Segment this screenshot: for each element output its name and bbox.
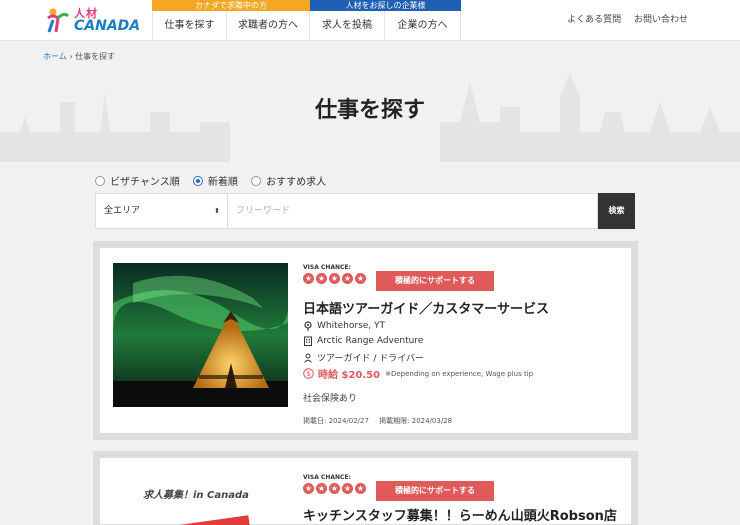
job-title[interactable]: 日本語ツアーガイド／カスタマーサービス [303,298,549,317]
star-icon: ★ [316,483,327,494]
logo-figure-icon [47,8,70,33]
job-location: Whitehorse, YT [303,321,385,331]
support-badge: 積極的にサポートする [376,481,494,501]
job-company-text: Arctic Range Adventure [317,336,424,346]
nav-band-employers: 人材をお探しの企業様 [310,0,461,11]
person-icon [304,353,312,363]
breadcrumb-separator: › [69,52,73,61]
job-location-text: Whitehorse, YT [317,321,386,331]
top-links: よくある質問 お問い合わせ [557,12,688,25]
star-icon: ★ [303,273,314,284]
job-thumbnail-decoration [178,515,252,525]
sort-visa-chance[interactable]: ビザチャンス順 [95,173,180,188]
sort-options: ビザチャンス順 新着順 おすすめ求人 [95,173,336,189]
job-wage-amount: 時給 $20.50 [318,370,381,381]
job-thumbnail-promo-text: 求人募集！in Canada [143,490,249,501]
nav-for-companies[interactable]: 企業の方へ [385,11,461,41]
keyword-input[interactable]: フリーワード [228,193,598,229]
sort-newest-label: 新着順 [207,177,238,188]
breadcrumb-home[interactable]: ホーム [43,52,67,61]
star-icon: ★ [355,483,366,494]
job-card-body: VISA CHANCE: ★ ★ ★ ★ ★ 積極的にサポートする 日本語ツアー… [100,248,631,433]
nav-band-seekers: カナダで求職中の方 [152,0,310,11]
job-title[interactable]: キッチンスタッフ募集！！らーめん山頭火Robson店 [303,508,623,525]
job-card[interactable]: 求人募集！in Canada VISA CHANCE: ★ ★ ★ ★ ★ 積極… [93,451,638,525]
logo-text-en: CANADA [74,18,141,34]
radio-visa-chance[interactable] [95,175,105,186]
search-button[interactable]: 検索 [598,193,635,229]
visa-chance-rating: ★ ★ ★ ★ ★ [303,273,368,284]
star-icon: ★ [342,273,353,284]
sort-newest[interactable]: 新着順 [192,173,238,188]
select-arrows-icon: ⬍ [214,207,220,215]
radio-recommended[interactable] [251,175,262,186]
nav-for-seekers[interactable]: 求職者の方へ [227,11,310,41]
dollar-icon: $ [303,368,314,379]
job-category: ツアーガイド / ドライバー [303,351,424,364]
nav-find-jobs[interactable]: 仕事を探す [152,11,227,41]
location-pin-icon [304,321,312,331]
job-category-text: ツアーガイド / ドライバー [317,354,425,364]
star-icon: ★ [355,273,366,284]
visa-chance-rating: ★ ★ ★ ★ ★ [303,483,368,494]
building-icon [304,336,312,346]
site-header: 人材 CANADA カナダで求職中の方 人材をお探しの企業様 仕事を探す 求職者… [0,0,740,41]
contact-link[interactable]: お問い合わせ [634,15,688,25]
job-wage-note: ※Depending on experience, Wage plus tip [385,369,534,378]
job-expiry-date: 掲載期限: 2024/03/28 [379,417,453,425]
site-logo[interactable]: 人材 CANADA [44,4,144,36]
job-card-body: 求人募集！in Canada VISA CHANCE: ★ ★ ★ ★ ★ 積極… [100,458,631,525]
visa-chance-label: VISA CHANCE: [303,474,351,481]
star-icon: ★ [329,273,340,284]
job-company: Arctic Range Adventure [303,336,423,346]
sort-visa-chance-label: ビザチャンス順 [110,177,180,188]
breadcrumb: ホーム › 仕事を探す [43,51,115,62]
search-bar: 全エリア ⬍ フリーワード 検索 [95,193,635,229]
star-icon: ★ [342,483,353,494]
star-icon: ★ [303,483,314,494]
page-title: 仕事を探す [314,98,425,123]
star-icon: ★ [316,273,327,284]
job-posted-date: 掲載日: 2024/02/27 [303,417,369,425]
job-card[interactable]: VISA CHANCE: ★ ★ ★ ★ ★ 積極的にサポートする 日本語ツアー… [93,241,638,440]
area-select-value: 全エリア [104,206,141,216]
support-badge: 積極的にサポートする [376,271,494,291]
job-benefit: 社会保険あり [303,394,358,404]
star-icon: ★ [329,483,340,494]
job-thumbnail-aurora-tipi [113,263,288,407]
radio-newest[interactable] [192,175,203,186]
job-dates: 掲載日: 2024/02/27 掲載期限: 2024/03/28 [303,416,460,426]
sort-recommended[interactable]: おすすめ求人 [251,173,326,188]
area-select[interactable]: 全エリア ⬍ [95,193,228,229]
job-wage: $ 時給 $20.50 ※Depending on experience, Wa… [303,366,533,381]
breadcrumb-current: 仕事を探す [75,52,116,61]
faq-link[interactable]: よくある質問 [567,15,621,25]
nav-post-job[interactable]: 求人を投稿 [310,11,385,41]
main-nav: カナダで求職中の方 人材をお探しの企業様 仕事を探す 求職者の方へ 求人を投稿 … [152,0,461,41]
sort-recommended-label: おすすめ求人 [266,177,327,188]
svg-text:$: $ [306,370,310,378]
visa-chance-label: VISA CHANCE: [303,264,351,271]
